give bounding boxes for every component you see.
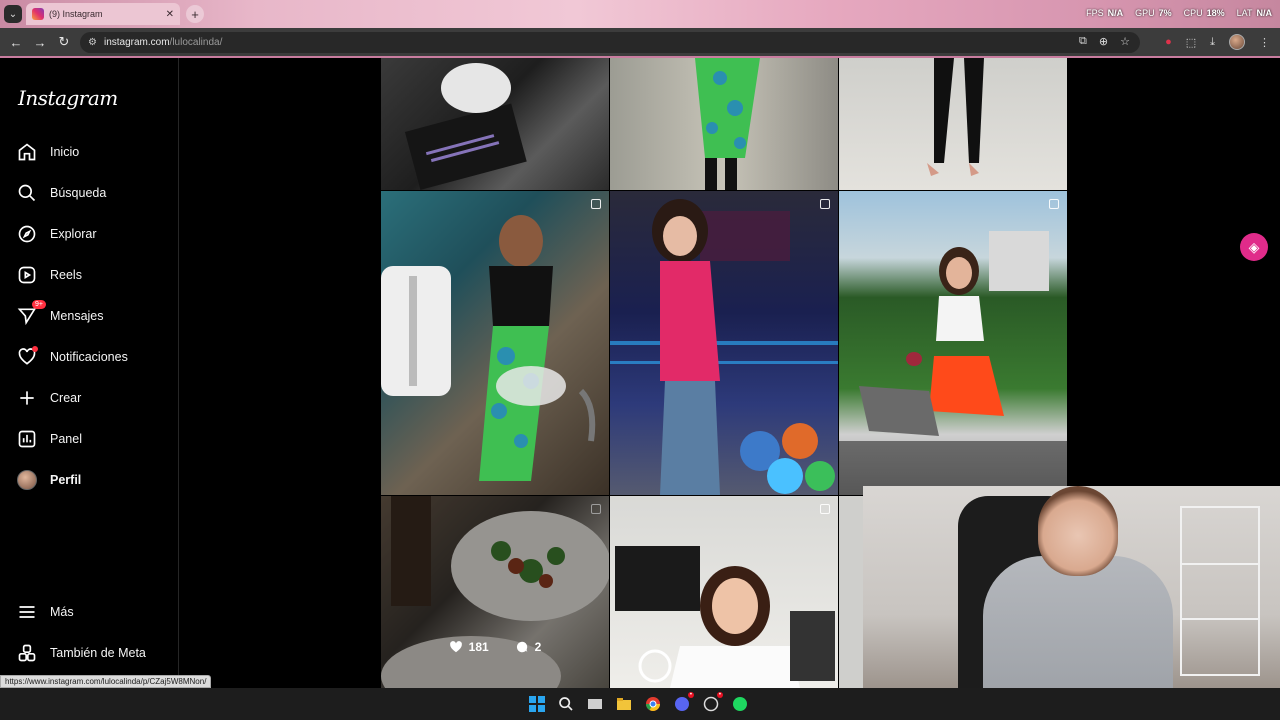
sidebar-item-mensajes[interactable]: 9+ Mensajes: [16, 300, 104, 328]
site-info-icon[interactable]: ⚙: [88, 37, 97, 48]
performance-overlay: FPS N/A GPU 7% CPU 18% LAT N/A: [1086, 8, 1272, 18]
dashboard-icon: [16, 428, 38, 450]
status-bar-link: https://www.instagram.com/lulocalinda/p/…: [0, 675, 212, 688]
chrome-icon[interactable]: [643, 693, 663, 715]
streamer: [983, 486, 1183, 720]
sidebar-item-panel[interactable]: Panel: [16, 427, 82, 451]
shelf: [1180, 506, 1260, 676]
sidebar-item-busqueda[interactable]: Búsqueda: [16, 181, 106, 205]
comment-icon: [516, 641, 527, 653]
extension-record-icon[interactable]: ●: [1165, 36, 1172, 48]
carousel-icon: [820, 504, 830, 514]
post-hover-overlay: 181 2: [381, 496, 609, 688]
sidebar-item-notificaciones[interactable]: Notificaciones: [16, 345, 128, 369]
carousel-icon: [1049, 199, 1059, 209]
browser-tab-strip: ⌄ (9) Instagram ✕ + FPS N/A GPU 7% CPU 18% …: [0, 0, 1280, 28]
reload-icon[interactable]: ↻: [52, 30, 76, 54]
floating-extension-button[interactable]: ◈: [1240, 233, 1268, 261]
windows-start-icon[interactable]: [527, 693, 547, 715]
tab-search-button[interactable]: ⌄: [4, 5, 22, 23]
stat-cpu: CPU 18%: [1183, 8, 1225, 18]
messenger-icon: 9+: [16, 300, 46, 327]
post-tile[interactable]: [610, 496, 838, 688]
extensions-puzzle-icon[interactable]: ⬚: [1186, 36, 1196, 49]
instagram-favicon-icon: [32, 8, 44, 20]
meta-apps-icon: [16, 642, 38, 664]
heart-icon: [16, 346, 38, 368]
browser-menu-icon[interactable]: ⋮: [1259, 36, 1270, 49]
menu-icon: [16, 601, 38, 623]
app-icon[interactable]: •: [701, 692, 723, 715]
compass-icon: [16, 223, 38, 245]
webcam-overlay: [863, 486, 1280, 720]
post-tile[interactable]: [839, 191, 1067, 495]
heart-icon: [449, 641, 462, 653]
carousel-icon: [820, 199, 830, 209]
likes-count: 181: [449, 640, 489, 654]
notification-dot: [32, 346, 38, 352]
profile-avatar: [16, 469, 38, 491]
post-tile-hovered[interactable]: 181 2: [381, 496, 609, 688]
search-icon[interactable]: [556, 693, 576, 715]
plus-icon: [16, 387, 38, 409]
post-tile[interactable]: [381, 191, 609, 495]
back-arrow-icon[interactable]: ←: [4, 30, 28, 54]
stat-fps: FPS N/A: [1086, 8, 1124, 18]
forward-arrow-icon[interactable]: →: [28, 30, 52, 54]
file-explorer-icon[interactable]: [614, 693, 634, 715]
sidebar-item-explorar[interactable]: Explorar: [16, 222, 97, 246]
comments-count: 2: [515, 640, 541, 654]
home-icon: [16, 141, 38, 163]
messages-badge: 9+: [32, 300, 46, 309]
close-icon[interactable]: ✕: [166, 9, 174, 20]
sidebar-item-reels[interactable]: Reels: [16, 263, 82, 287]
sidebar-item-crear[interactable]: Crear: [16, 386, 81, 410]
post-tile[interactable]: [839, 58, 1067, 190]
sidebar-item-mas[interactable]: Más: [16, 600, 74, 624]
post-tile[interactable]: [610, 191, 838, 495]
instagram-logo[interactable]: Instagram: [18, 86, 118, 110]
sidebar-item-perfil[interactable]: Perfil: [16, 468, 81, 492]
post-tile[interactable]: [381, 58, 609, 190]
sidebar-item-inicio[interactable]: Inicio: [16, 140, 79, 164]
task-view-icon[interactable]: [585, 693, 605, 715]
bookmark-star-icon[interactable]: ☆: [1120, 35, 1130, 48]
carousel-icon: [591, 199, 601, 209]
sidebar-item-tambien-de-meta[interactable]: También de Meta: [16, 641, 146, 665]
new-tab-button[interactable]: +: [186, 5, 204, 23]
stat-gpu: GPU 7%: [1135, 8, 1172, 18]
download-icon[interactable]: ⤓: [1210, 36, 1215, 49]
post-tile[interactable]: [610, 58, 838, 190]
browser-tab-instagram[interactable]: (9) Instagram ✕: [26, 3, 180, 25]
spotify-icon[interactable]: [730, 693, 750, 715]
search-icon: [16, 182, 38, 204]
cast-icon[interactable]: ⧉: [1079, 35, 1087, 48]
browser-profile-avatar[interactable]: [1229, 34, 1245, 50]
reels-icon: [16, 264, 38, 286]
stat-lat: LAT N/A: [1236, 8, 1272, 18]
address-bar[interactable]: ⚙ instagram.com/lulocalinda/ ⧉ ⊕ ☆: [80, 32, 1140, 53]
url-text[interactable]: instagram.com/lulocalinda/: [104, 37, 222, 48]
windows-taskbar: • •: [0, 688, 1280, 720]
browser-toolbar: ← → ↻ ⚙ instagram.com/lulocalinda/ ⧉ ⊕ ☆…: [0, 28, 1280, 58]
instagram-sidebar: Instagram Inicio Búsqueda Explorar Reels…: [0, 58, 179, 688]
tab-title: (9) Instagram: [49, 9, 103, 19]
discord-icon[interactable]: •: [672, 692, 694, 715]
zoom-icon[interactable]: ⊕: [1099, 35, 1108, 48]
